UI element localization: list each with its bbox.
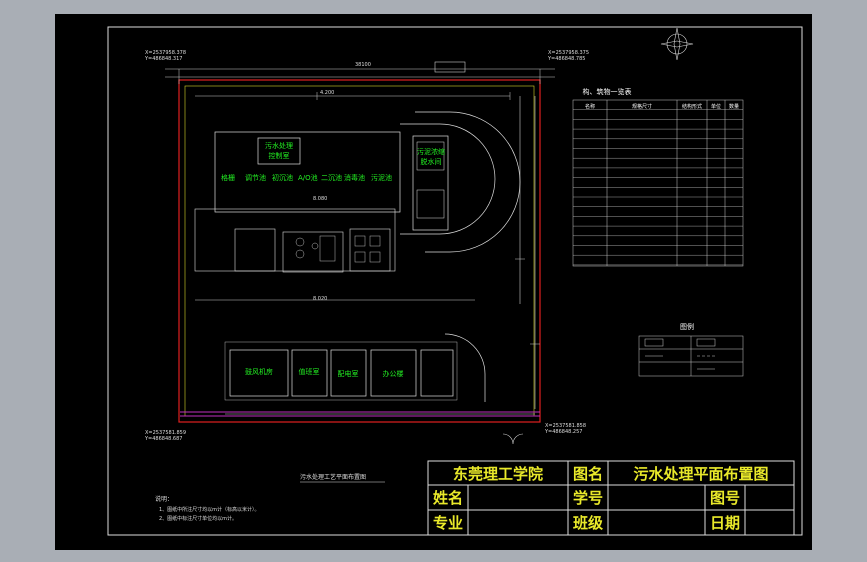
svg-text:38100: 38100 [355,62,371,68]
control-room-label-1: 污水处理 [265,141,293,150]
tank-label: 污泥池 [371,173,392,182]
tank-label: 初沉池 [272,173,293,182]
process-area [214,131,401,213]
room-label: 办公楼 [383,369,404,378]
sludge-label-1: 污泥浓缩 [417,147,445,156]
table-header: 名称 [585,103,595,110]
tank-label: 格栅 [221,173,235,182]
plan-caption: 污水处理工艺平面布置图 [300,473,366,481]
svg-text:Y=486848.317: Y=486848.317 [144,56,182,62]
room-label: 鼓风机房 [245,367,273,376]
school-name: 东莞理工学院 [452,464,543,483]
svg-text:8.080: 8.080 [313,196,327,202]
svg-text:Y=486848.687: Y=486848.687 [144,436,182,442]
major-label: 专业 [432,514,463,532]
drawing-no-label: 图号 [709,489,740,507]
note-1: 1、图纸中所注尺寸均以m计（标高以米计）。 [159,506,260,513]
table-header: 结构形式 [682,103,702,110]
drawing-name-label: 图名 [572,464,603,483]
room-label: 配电室 [338,369,359,378]
site-inner-line [184,85,535,417]
control-room-label-2: 控制室 [269,151,290,160]
legend-title: 图例 [680,322,694,331]
svg-text:8.020: 8.020 [313,296,327,302]
note-2: 2、图纸中标注尺寸单位均以m计。 [159,515,237,522]
drawing-sheet: X=2537958.378 Y=486848.317 X=2537958.375 Y… [55,14,812,550]
tank-label: 消毒池 [344,173,365,182]
tanks-row: 格栅 调节池 初沉池 A/O池 二沉池 消毒池 污泥池 [221,173,392,182]
svg-text:Y=486848.257: Y=486848.257 [544,429,582,435]
table-header: 单位 [711,103,721,110]
tank-label: 二沉池 [321,173,342,182]
room-label: 值班室 [299,367,320,376]
sludge-label-2: 脱水间 [421,157,442,166]
class-label: 班级 [572,514,603,532]
notes-title: 说明： [155,495,173,503]
table-header: 规格尺寸 [632,103,652,110]
structures-table-title: 构、筑物一览表 [583,87,632,96]
date-label: 日期 [709,514,740,532]
gate-icon [502,433,524,445]
name-label: 姓名 [432,489,463,507]
student-id-label: 学号 [572,489,603,507]
tank-label: 调节池 [245,173,266,182]
drawing-name: 污水处理平面布置图 [633,464,769,483]
svg-text:4.200: 4.200 [320,90,334,96]
site-boundary [178,79,541,423]
tank-label: A/O池 [298,173,318,182]
svg-text:Y=486848.785: Y=486848.785 [547,56,585,62]
table-header: 数量 [729,103,739,110]
legend-box [638,335,744,377]
structures-table [572,99,744,267]
north-arrow-icon [660,27,694,61]
